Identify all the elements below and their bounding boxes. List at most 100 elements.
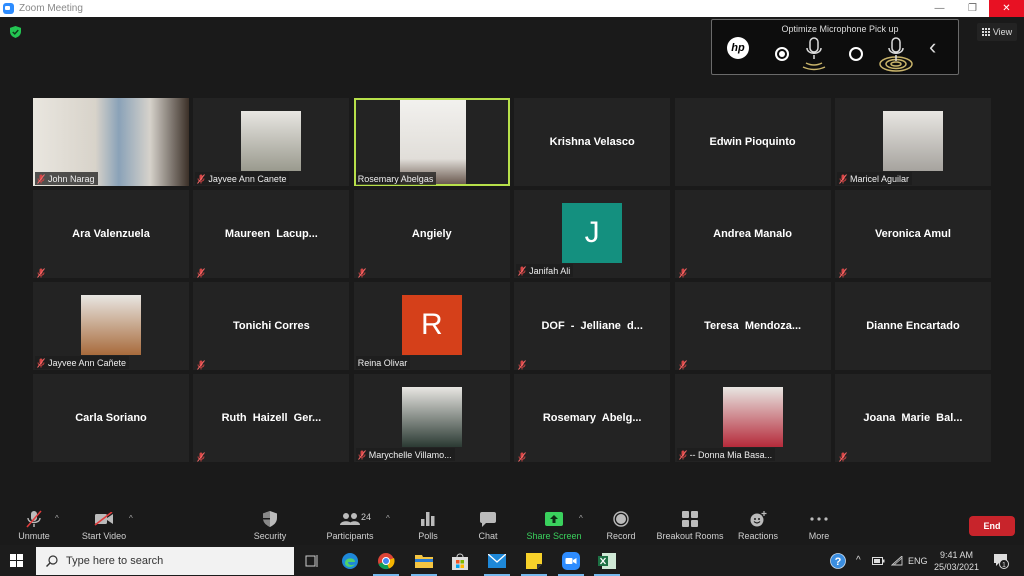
participant-name-label: Marychelle Villamo... <box>355 448 455 461</box>
participant-tile[interactable]: Tonichi Corres <box>193 282 350 370</box>
zoom-taskbar-icon[interactable] <box>558 551 584 576</box>
participant-tile[interactable]: Ruth Haizell Ger... <box>193 374 350 462</box>
view-button[interactable]: View <box>977 23 1017 41</box>
participant-tile[interactable]: DOF - Jelliane d... <box>514 282 671 370</box>
participant-name: DOF - Jelliane d... <box>541 320 643 332</box>
share-options-caret-icon[interactable]: ^ <box>579 514 583 523</box>
taskbar-search-box[interactable]: Type here to search <box>36 547 294 575</box>
participant-tile[interactable]: Joana Marie Bal... <box>834 374 991 462</box>
restore-button[interactable]: ❐ <box>956 0 989 17</box>
audio-options-caret-icon[interactable]: ^ <box>55 514 59 523</box>
muted-mic-icon <box>197 173 206 184</box>
edge-browser-icon[interactable] <box>340 551 360 571</box>
personal-mic-radio[interactable] <box>775 47 789 61</box>
reactions-label: Reactions <box>737 531 779 541</box>
participant-tile[interactable]: Andrea Manalo <box>674 190 831 278</box>
record-button[interactable]: Record <box>602 505 640 545</box>
participant-tile[interactable]: John Narag <box>33 98 189 186</box>
chat-label: Chat <box>478 531 498 541</box>
participant-tile[interactable]: Angiely <box>353 190 510 278</box>
participants-button[interactable]: Participants <box>322 505 378 545</box>
participant-tile[interactable]: J Janifah Ali <box>514 190 671 278</box>
muted-mic-icon <box>678 449 687 460</box>
chat-button[interactable]: Chat <box>470 505 506 545</box>
participant-name: Marychelle Villamo... <box>368 449 452 460</box>
help-icon[interactable]: ? <box>830 545 846 576</box>
windows-start-icon[interactable] <box>10 554 23 567</box>
language-indicator[interactable]: ENG <box>908 545 928 576</box>
grid-view-icon <box>981 28 990 36</box>
title-bar: Zoom Meeting — ❐ ✕ <box>0 0 1024 17</box>
participant-tile[interactable]: Rosemary Abelgas <box>353 98 510 186</box>
muted-mic-icon <box>678 357 687 370</box>
participant-name: Teresa Mendoza... <box>704 320 802 332</box>
participant-name-label: Reina Olivar <box>355 356 411 369</box>
task-view-icon[interactable] <box>302 551 322 571</box>
video-off-icon <box>94 510 114 528</box>
participant-tile[interactable]: Carla Soriano <box>33 374 189 462</box>
start-video-button[interactable]: Start Video <box>78 505 130 545</box>
participant-tile[interactable]: -- Donna Mia Basa... <box>674 374 831 462</box>
unmute-label: Unmute <box>18 531 50 541</box>
breakout-rooms-grid-icon <box>682 510 698 528</box>
participant-tile[interactable]: Maureen Lacup... <box>193 190 350 278</box>
security-button[interactable]: Security <box>250 505 290 545</box>
start-video-label: Start Video <box>81 531 127 541</box>
participants-caret-icon[interactable]: ^ <box>386 514 390 523</box>
chat-bubble-icon <box>480 510 496 528</box>
participant-name-label: Janifah Ali <box>516 264 574 277</box>
participants-label: Participants <box>326 531 374 541</box>
zoom-logo-icon <box>3 3 14 14</box>
show-hidden-icons-chevron-icon[interactable]: ^ <box>856 545 861 576</box>
participant-tile[interactable]: Ara Valenzuela <box>33 190 189 278</box>
battery-charging-icon[interactable] <box>872 545 885 576</box>
more-button[interactable]: More <box>802 505 836 545</box>
notifications-icon[interactable]: 1 <box>993 545 1009 576</box>
file-explorer-icon[interactable] <box>411 551 437 576</box>
unmute-button[interactable]: Unmute <box>14 505 54 545</box>
personal-mic-icon <box>802 37 826 71</box>
polls-button[interactable]: Polls <box>410 505 446 545</box>
collapse-chevron-icon[interactable]: ‹ <box>929 34 936 60</box>
muted-microphone-icon <box>26 510 42 528</box>
search-placeholder: Type here to search <box>66 555 164 567</box>
close-button[interactable]: ✕ <box>989 0 1024 17</box>
participant-name: Maureen Lacup... <box>224 228 318 240</box>
muted-mic-icon <box>197 265 206 278</box>
muted-mic-icon <box>518 357 527 370</box>
wifi-icon[interactable] <box>891 545 903 576</box>
system-clock[interactable]: 9:41 AM 25/03/2021 <box>934 549 979 573</box>
mail-icon[interactable] <box>484 551 510 576</box>
participant-name: Edwin Pioquinto <box>709 136 796 148</box>
end-meeting-button[interactable]: End <box>969 516 1015 536</box>
participant-photo <box>401 387 462 447</box>
share-screen-button[interactable]: Share Screen <box>526 505 582 545</box>
participant-tile[interactable]: Jayvee Ann Canete <box>193 98 350 186</box>
participant-tile[interactable]: Dianne Encartado <box>834 282 991 370</box>
breakout-rooms-button[interactable]: Breakout Rooms <box>654 505 726 545</box>
participant-name-label: John Narag <box>35 172 98 185</box>
participant-tile[interactable]: R Reina Olivar <box>353 282 510 370</box>
participant-name: -- Donna Mia Basa... <box>689 449 773 460</box>
video-options-caret-icon[interactable]: ^ <box>129 514 133 523</box>
minimize-button[interactable]: — <box>923 0 956 17</box>
excel-icon[interactable] <box>594 551 620 576</box>
participant-tile[interactable]: Teresa Mendoza... <box>674 282 831 370</box>
participant-tile[interactable]: Veronica Amul <box>834 190 991 278</box>
participant-tile[interactable]: Krishna Velasco <box>514 98 671 186</box>
participant-tile[interactable]: Maricel Aguilar <box>834 98 991 186</box>
participant-name: Jayvee Ann Canete <box>208 173 287 184</box>
participant-name: Joana Marie Bal... <box>863 412 963 424</box>
participant-tile[interactable]: Jayvee Ann Cañete <box>33 282 189 370</box>
chrome-browser-icon[interactable] <box>373 551 399 576</box>
reactions-button[interactable]: Reactions <box>736 505 780 545</box>
participant-photo <box>81 295 141 355</box>
participant-tile[interactable]: Edwin Pioquinto <box>674 98 831 186</box>
meeting-toolbar: Unmute ^ Start Video ^ Security Particip… <box>0 505 1024 545</box>
conference-mic-radio[interactable] <box>849 47 863 61</box>
sticky-notes-icon[interactable] <box>521 551 547 576</box>
participant-tile[interactable]: Rosemary Abelg... <box>514 374 671 462</box>
microsoft-store-icon[interactable] <box>450 551 470 571</box>
shield-check-icon[interactable] <box>10 26 21 38</box>
participant-tile[interactable]: Marychelle Villamo... <box>353 374 510 462</box>
